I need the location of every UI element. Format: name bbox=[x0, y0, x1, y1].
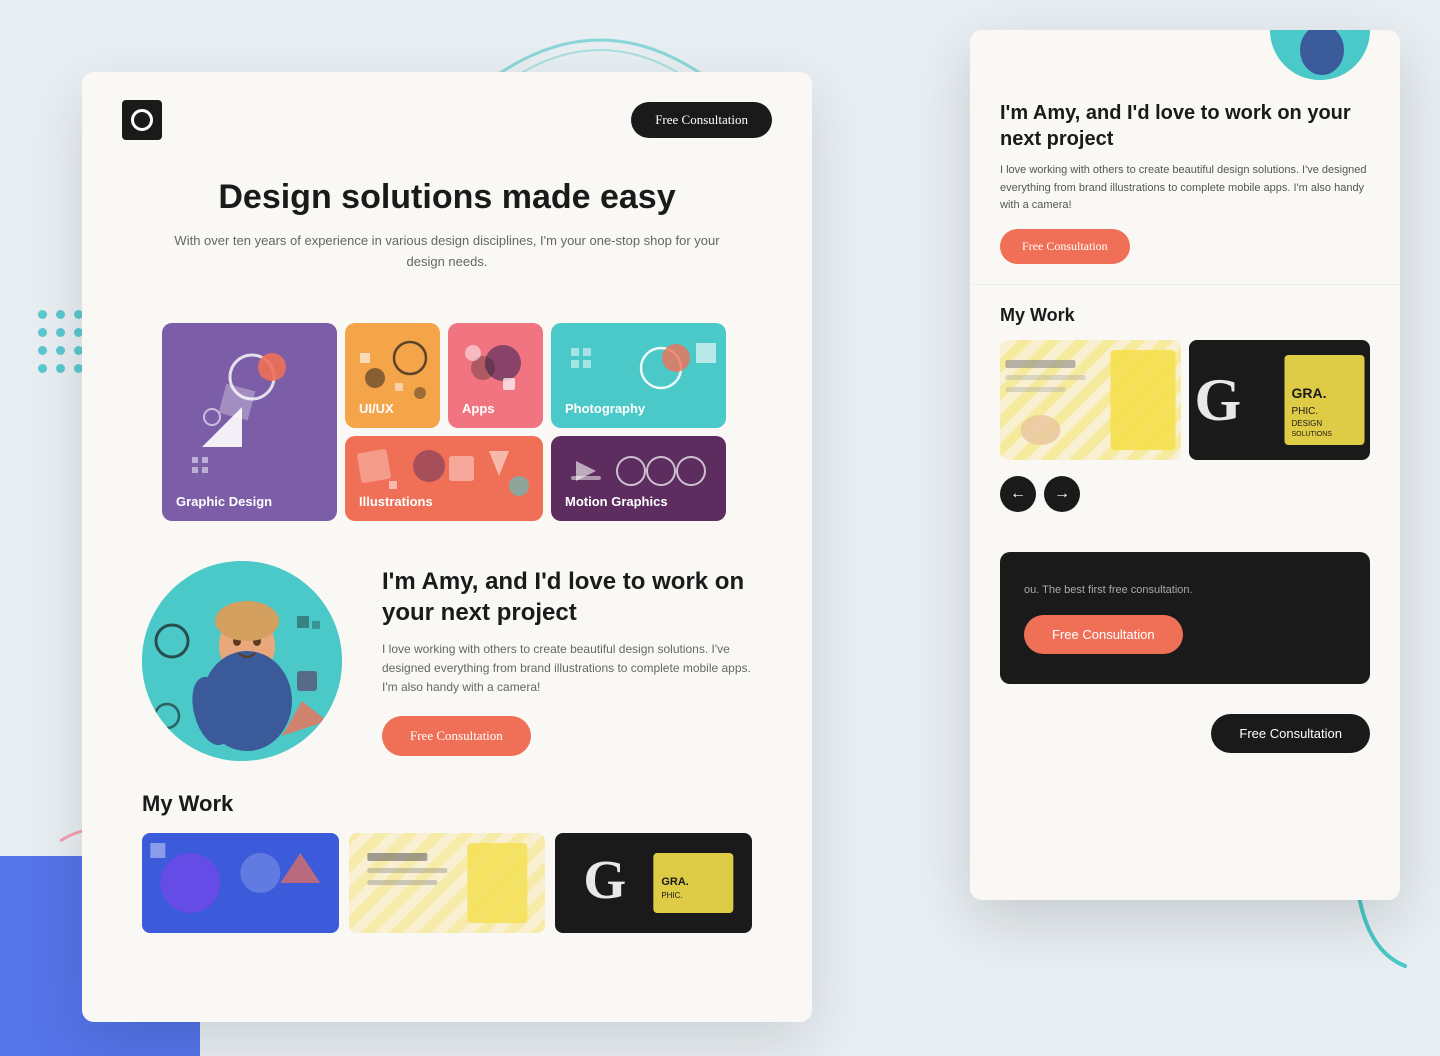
about-section: I'm Amy, and I'd love to work on your ne… bbox=[82, 541, 812, 781]
service-illustrations[interactable]: Illustrations bbox=[345, 436, 543, 521]
about-title: I'm Amy, and I'd love to work on your ne… bbox=[382, 566, 752, 628]
svg-text:G: G bbox=[1195, 367, 1242, 433]
secondary-about-description: I love working with others to create bea… bbox=[1000, 162, 1370, 215]
work-thumb-3[interactable]: G GRA. PHIC. bbox=[555, 833, 752, 933]
work-section: My Work bbox=[82, 781, 812, 943]
secondary-work-img-2[interactable]: G GRA. PHIC. DESIGN SOLUTIONS bbox=[1189, 340, 1370, 460]
svg-text:DESIGN: DESIGN bbox=[1292, 419, 1323, 428]
hero-subtitle: With over ten years of experience in var… bbox=[162, 231, 732, 273]
service-label-illustrations: Illustrations bbox=[359, 494, 433, 509]
service-label-photography: Photography bbox=[565, 401, 645, 416]
about-text: I'm Amy, and I'd love to work on your ne… bbox=[382, 566, 752, 756]
consultation-btn-header[interactable]: Free Consultation bbox=[631, 102, 772, 138]
service-label-apps: Apps bbox=[462, 401, 495, 416]
service-ui-ux[interactable]: UI/UX bbox=[345, 323, 440, 428]
secondary-cta-text: ou. The best first free consultation. bbox=[1024, 582, 1346, 600]
service-motion-graphics[interactable]: Motion Graphics bbox=[551, 436, 726, 521]
service-label-graphic-design: Graphic Design bbox=[176, 494, 272, 509]
secondary-card: I'm Amy, and I'd love to work on your ne… bbox=[970, 30, 1400, 900]
work-images-row: G GRA. PHIC. bbox=[142, 833, 752, 933]
service-photography[interactable]: Photography bbox=[551, 323, 726, 428]
secondary-cta-section: ou. The best first free consultation. Fr… bbox=[1000, 552, 1370, 685]
hero-title: Design solutions made easy bbox=[162, 178, 732, 217]
work-section-title: My Work bbox=[142, 791, 752, 817]
secondary-work-img-1[interactable] bbox=[1000, 340, 1181, 460]
secondary-about-title: I'm Amy, and I'd love to work on your ne… bbox=[1000, 100, 1370, 152]
hero-section: Design solutions made easy With over ten… bbox=[82, 168, 812, 303]
svg-text:PHIC.: PHIC. bbox=[1292, 406, 1319, 417]
work-thumb-2[interactable] bbox=[349, 833, 546, 933]
main-card-header: Free Consultation bbox=[82, 72, 812, 168]
secondary-avatar bbox=[1270, 30, 1370, 80]
about-cta-btn[interactable]: Free Consultation bbox=[382, 716, 531, 756]
svg-text:GRA.: GRA. bbox=[1292, 385, 1327, 401]
svg-text:GRA.: GRA. bbox=[662, 876, 690, 888]
secondary-cta-btn[interactable]: Free Consultation bbox=[1024, 615, 1183, 654]
secondary-work-title: My Work bbox=[1000, 305, 1370, 326]
secondary-footer: Free Consultation bbox=[970, 704, 1400, 773]
main-card: Free Consultation Design solutions made … bbox=[82, 72, 812, 1022]
secondary-about: I'm Amy, and I'd love to work on your ne… bbox=[970, 90, 1400, 285]
bg-teal-top-accent bbox=[490, 0, 710, 80]
avatar-image bbox=[142, 561, 342, 761]
secondary-top-area bbox=[970, 30, 1400, 90]
secondary-work-grid: G GRA. PHIC. DESIGN SOLUTIONS bbox=[1000, 340, 1370, 460]
svg-text:PHIC.: PHIC. bbox=[662, 891, 683, 900]
secondary-footer-btn[interactable]: Free Consultation bbox=[1211, 714, 1370, 753]
service-label-motion-graphics: Motion Graphics bbox=[565, 494, 668, 509]
carousel-controls: ← → bbox=[1000, 476, 1370, 512]
secondary-consultation-btn[interactable]: Free Consultation bbox=[1000, 229, 1130, 264]
logo[interactable] bbox=[122, 100, 162, 140]
secondary-work-section: My Work bbox=[970, 285, 1400, 552]
svg-text:SOLUTIONS: SOLUTIONS bbox=[1292, 431, 1333, 438]
service-graphic-design[interactable]: Graphic Design bbox=[162, 323, 337, 521]
service-label-ui-ux: UI/UX bbox=[359, 401, 394, 416]
services-grid: Graphic Design UI/UX Apps bbox=[82, 303, 812, 541]
carousel-prev-btn[interactable]: ← bbox=[1000, 476, 1036, 512]
about-description: I love working with others to create bea… bbox=[382, 640, 752, 698]
logo-icon bbox=[131, 109, 153, 131]
carousel-next-btn[interactable]: → bbox=[1044, 476, 1080, 512]
work-thumb-1[interactable] bbox=[142, 833, 339, 933]
service-apps[interactable]: Apps bbox=[448, 323, 543, 428]
svg-text:G: G bbox=[584, 849, 627, 910]
